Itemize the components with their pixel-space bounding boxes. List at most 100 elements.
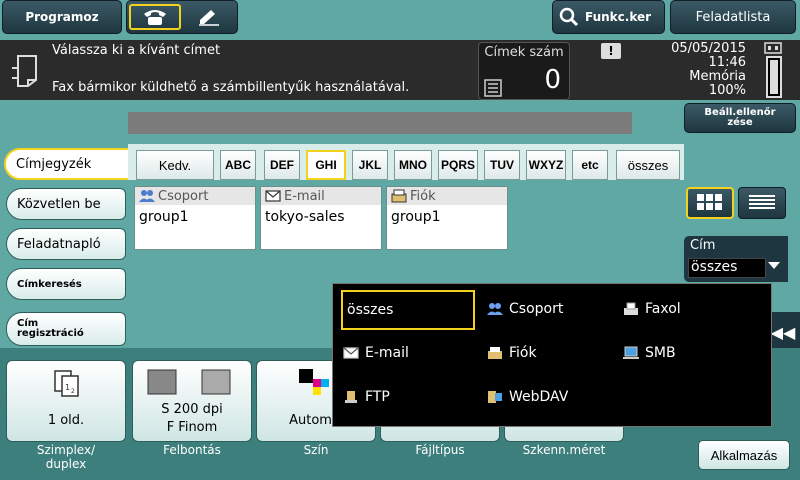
index-tab-ghi[interactable]: GHI	[306, 150, 346, 180]
box-icon	[488, 347, 502, 359]
address-count-value: 0	[544, 65, 561, 95]
index-tab-def[interactable]: DEF	[264, 150, 300, 180]
resolution-label: Felbontás	[163, 443, 221, 457]
fax-icon	[624, 302, 638, 315]
grid-icon	[697, 193, 722, 210]
sidebar-item-address-search[interactable]: Címkeresés	[6, 268, 126, 300]
address-card-value: group1	[391, 209, 441, 225]
svg-text:2: 2	[71, 388, 75, 395]
sidebar-item-address-registration[interactable]: Cím regisztráció	[6, 312, 126, 346]
index-tab-all[interactable]: összes	[616, 150, 680, 180]
message-line-2: Fax bármikor küldhető a számbillentyűk h…	[52, 80, 410, 95]
sidebar-item-job-log[interactable]: Feladatnapló	[6, 228, 126, 260]
search-icon	[559, 7, 579, 27]
index-tab-favorites[interactable]: Kedv.	[136, 150, 214, 180]
telephone-icon	[144, 10, 166, 25]
dropdown-option-box[interactable]: Fiók	[487, 336, 617, 370]
chevron-down-icon	[768, 262, 780, 269]
dropdown-option-fax[interactable]: Faxol	[623, 292, 763, 326]
address-count-panel[interactable]: Címek szám 0	[478, 42, 570, 100]
scan-size-label: Szkenn.méret	[522, 443, 606, 457]
address-card-header: Csoport	[135, 187, 255, 205]
memory-label: Memória	[689, 69, 746, 84]
pc-icon	[623, 346, 639, 359]
simplex-icon: 1 2	[54, 370, 79, 397]
index-tab-pqrs[interactable]: PQRS	[438, 150, 478, 180]
function-search-button[interactable]: Funkc.ker	[552, 0, 665, 34]
dropdown-option-webdav[interactable]: WebDAV	[487, 380, 617, 414]
list-view-button[interactable]	[738, 187, 786, 219]
handwrite-fax-mode[interactable]	[183, 4, 235, 30]
list-icon	[484, 79, 502, 97]
apply-button[interactable]: Alkalmazás	[698, 440, 790, 470]
warning-icon[interactable]: !	[601, 43, 621, 59]
memory-gauge	[766, 56, 782, 98]
dropdown-option-label: Faxol	[645, 301, 681, 317]
address-type-dropdown: összes Csoport Faxol E-mail Fiók SMB FTP…	[332, 283, 772, 427]
dropdown-option-group[interactable]: Csoport	[487, 292, 617, 326]
dropdown-option-smb[interactable]: SMB	[623, 336, 763, 370]
time: 11:46	[708, 55, 746, 70]
email-icon	[265, 190, 281, 202]
group-icon	[487, 303, 503, 315]
index-tab-mno[interactable]: MNO	[394, 150, 432, 180]
address-card-value: group1	[139, 209, 189, 225]
memory-icon	[764, 42, 782, 54]
index-tab-jkl[interactable]: JKL	[352, 150, 388, 180]
message-line-1: Válassza ki a kívánt címet	[52, 43, 221, 58]
simplex-duplex-button[interactable]: 1 2 1 old.	[6, 360, 126, 442]
address-type-label: Cím	[690, 238, 716, 253]
memory-value: 100%	[708, 83, 746, 98]
file-type-label: Fájltípus	[415, 443, 465, 457]
memory-gauge-fill	[770, 60, 778, 94]
dropdown-option-label: E-mail	[365, 345, 409, 361]
date: 05/05/2015	[671, 41, 746, 56]
resolution-button[interactable]: S 200 dpi F Finom	[132, 360, 252, 442]
color-label: Szín	[303, 443, 329, 457]
address-card-header: Fiók	[387, 187, 507, 205]
sidebar-item-label: Közvetlen be	[17, 196, 101, 212]
resolution-icon	[147, 369, 177, 395]
check-settings-button[interactable]: Beáll.ellenőr zése	[684, 103, 796, 133]
phone-fax-mode[interactable]	[129, 4, 181, 30]
address-type-filter[interactable]: Cím összes	[684, 236, 788, 282]
address-card-email[interactable]: E-mail tokyo-sales	[260, 186, 382, 250]
simplex-duplex-label: Szimplex/duplex	[36, 443, 96, 471]
sidebar-item-direct-input[interactable]: Közvetlen be	[6, 188, 126, 220]
dropdown-option-label: FTP	[365, 389, 390, 405]
dropdown-option-all[interactable]: összes	[341, 290, 475, 330]
dropdown-option-label: összes	[347, 302, 394, 318]
ftp-icon	[345, 391, 357, 403]
grid-view-button[interactable]	[686, 187, 734, 219]
index-tab-abc[interactable]: ABC	[220, 150, 256, 180]
index-tab-etc[interactable]: etc	[572, 150, 608, 180]
dropdown-option-email[interactable]: E-mail	[343, 336, 473, 370]
color-icon	[299, 369, 329, 395]
pen-icon	[199, 10, 219, 26]
resolution-fine-icon	[201, 369, 231, 395]
address-card-box[interactable]: Fiók group1	[386, 186, 508, 250]
box-icon	[391, 189, 407, 203]
fax-mode-toggle[interactable]	[126, 0, 238, 34]
date-time: 05/05/2015 11:46 Memória 100%	[640, 42, 746, 98]
dropdown-option-label: Csoport	[509, 301, 564, 317]
job-list-button[interactable]: Feladatlista	[670, 0, 796, 34]
index-tab-wxyz[interactable]: WXYZ	[526, 150, 566, 180]
sidebar-item-address-book[interactable]: Címjegyzék	[4, 148, 144, 180]
sidebar-item-label: Feladatnapló	[17, 236, 101, 252]
address-type-select[interactable]: összes	[688, 258, 766, 278]
sidebar-item-label: Cím regisztráció	[17, 318, 84, 339]
svg-text:1: 1	[65, 383, 70, 392]
dropdown-option-label: SMB	[645, 345, 676, 361]
index-tab-tuv[interactable]: TUV	[484, 150, 520, 180]
function-search-label: Funkc.ker	[585, 10, 652, 24]
dropdown-option-ftp[interactable]: FTP	[343, 380, 473, 414]
address-input-bar	[128, 112, 632, 134]
email-icon	[343, 347, 359, 359]
program-button[interactable]: Programoz	[2, 0, 122, 34]
address-card-group[interactable]: Csoport group1	[134, 186, 256, 250]
address-card-type: Fiók	[410, 188, 436, 204]
resolution-value: S 200 dpi F Finom	[161, 402, 223, 435]
address-card-value: tokyo-sales	[265, 209, 345, 225]
simplex-duplex-value: 1 old.	[47, 413, 85, 428]
